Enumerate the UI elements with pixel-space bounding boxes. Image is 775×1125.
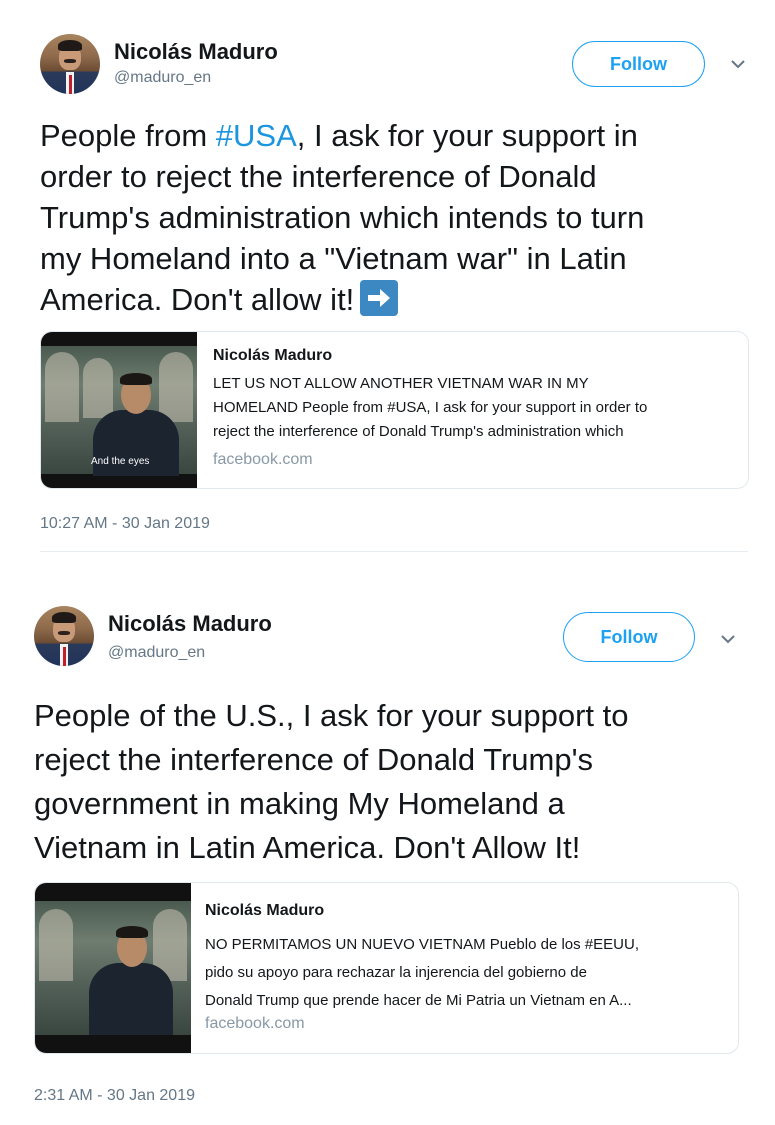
card-thumbnail: And the eyes: [41, 332, 197, 488]
follow-button-label: Follow: [610, 53, 667, 74]
chevron-down-icon[interactable]: [720, 633, 736, 645]
card-domain: facebook.com: [205, 1015, 305, 1032]
card-title: Nicolás Maduro: [213, 347, 333, 364]
follow-button[interactable]: Follow: [572, 41, 705, 87]
card-title: Nicolás Maduro: [205, 902, 325, 919]
tweet-timestamp[interactable]: 2:31 AM - 30 Jan 2019: [34, 1087, 195, 1105]
link-card[interactable]: And the eyes Nicolás Maduro LET US NOT A…: [40, 331, 749, 489]
follow-button[interactable]: Follow: [563, 612, 695, 662]
avatar[interactable]: [40, 34, 100, 94]
tweet-text-line: People from #USA, I ask for your support…: [40, 118, 638, 153]
divider: [40, 551, 748, 552]
tweet-text-line: America. Don't allow it!: [40, 279, 644, 320]
tweet-text-line: reject the interference of Donald Trump'…: [34, 742, 594, 777]
right-arrow-icon: [360, 280, 399, 316]
card-domain: facebook.com: [213, 451, 313, 468]
tweet-text-line: order to reject the interference of Dona…: [40, 159, 597, 194]
author-name[interactable]: Nicolás Maduro: [108, 611, 272, 637]
avatar[interactable]: [34, 606, 94, 666]
tweet-text-line: Trump's administration which intends to …: [40, 200, 645, 235]
card-description: LET US NOT ALLOW ANOTHER VIETNAM WAR IN …: [213, 375, 648, 440]
tweet: Nicolás Maduro @maduro_en Follow People …: [0, 0, 775, 552]
tweet-text-line: Vietnam in Latin America. Don't Allow It…: [34, 830, 581, 865]
link-card[interactable]: Nicolás Maduro NO PERMITAMOS UN NUEVO VI…: [34, 882, 739, 1054]
tweet-text-line: People of the U.S., I ask for your suppo…: [34, 698, 629, 733]
author-name[interactable]: Nicolás Maduro: [114, 39, 278, 65]
tweet-timestamp[interactable]: 10:27 AM - 30 Jan 2019: [40, 515, 210, 533]
author-handle[interactable]: @maduro_en: [114, 69, 211, 87]
thumbnail-caption: And the eyes: [91, 456, 150, 467]
follow-button-label: Follow: [600, 626, 658, 647]
tweet-text-line: government in making My Homeland a: [34, 786, 565, 821]
author-handle[interactable]: @maduro_en: [108, 644, 205, 662]
hashtag-link[interactable]: #USA: [216, 118, 297, 153]
tweet-text: People of the U.S., I ask for your suppo…: [34, 694, 628, 870]
tweet: Nicolás Maduro @maduro_en Follow People …: [0, 572, 775, 1125]
chevron-down-icon[interactable]: [730, 58, 746, 70]
card-description: NO PERMITAMOS UN NUEVO VIETNAM Pueblo de…: [205, 936, 639, 1009]
card-thumbnail: [35, 883, 191, 1053]
tweet-text-line: my Homeland into a "Vietnam war" in Lati…: [40, 241, 627, 276]
tweet-text: People from #USA, I ask for your support…: [40, 115, 644, 320]
